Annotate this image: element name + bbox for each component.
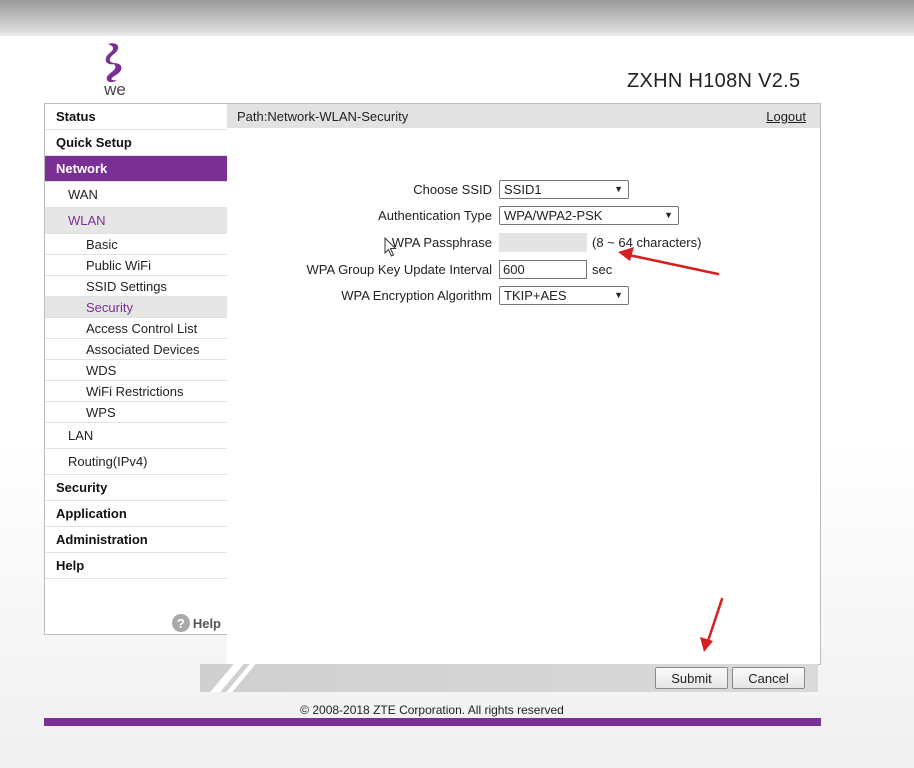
copyright-text: © 2008-2018 ZTE Corporation. All rights … <box>300 703 564 717</box>
cancel-button[interactable]: Cancel <box>732 667 805 689</box>
footer-purple-bar <box>44 718 821 726</box>
red-arrow-submit-icon <box>700 597 724 652</box>
red-arrow-passphrase-icon <box>618 247 720 276</box>
annotation-arrows <box>618 247 724 652</box>
submit-button[interactable]: Submit <box>655 667 728 689</box>
